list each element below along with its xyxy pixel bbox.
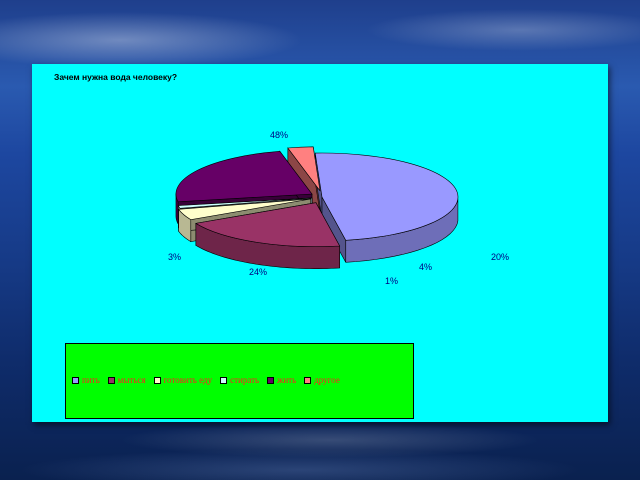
legend-swatch xyxy=(220,376,228,384)
data-label-пить: 48% xyxy=(270,130,288,140)
legend-label: другое xyxy=(314,375,340,385)
pie-chart: 48% 20% 4% 1% 24% 3% xyxy=(168,130,509,286)
legend-swatch xyxy=(107,376,115,384)
data-label-мыться: 20% xyxy=(491,252,509,262)
legend-label: мыться xyxy=(117,375,146,385)
legend-item: другое xyxy=(304,375,340,385)
legend-label: готовить еду xyxy=(163,375,213,385)
legend-swatch xyxy=(267,376,275,384)
legend-label: жить xyxy=(277,375,297,385)
legend-swatch xyxy=(153,376,161,384)
legend-swatch xyxy=(72,376,79,384)
slide-panel: Зачем нужна вода человеку? 48% 20% 4% 1% 24%… xyxy=(32,64,608,422)
data-label-другое: 3% xyxy=(168,252,181,262)
data-label-готовить еду: 4% xyxy=(419,262,432,272)
legend-item: мыться xyxy=(107,375,146,385)
data-label-жить: 24% xyxy=(249,267,267,277)
legend-item: готовить еду xyxy=(153,375,213,385)
legend: пить мыться готовить еду стирать жить другое xyxy=(65,343,414,419)
legend-item: пить xyxy=(72,375,100,385)
legend-item: жить xyxy=(267,375,296,385)
legend-label: пить xyxy=(82,375,100,385)
legend-item: стирать xyxy=(220,375,259,385)
data-label-стирать: 1% xyxy=(385,276,398,286)
legend-row: пить мыться готовить еду стирать жить другое xyxy=(72,374,412,386)
legend-label: стирать xyxy=(230,375,260,385)
legend-swatch xyxy=(304,376,312,384)
